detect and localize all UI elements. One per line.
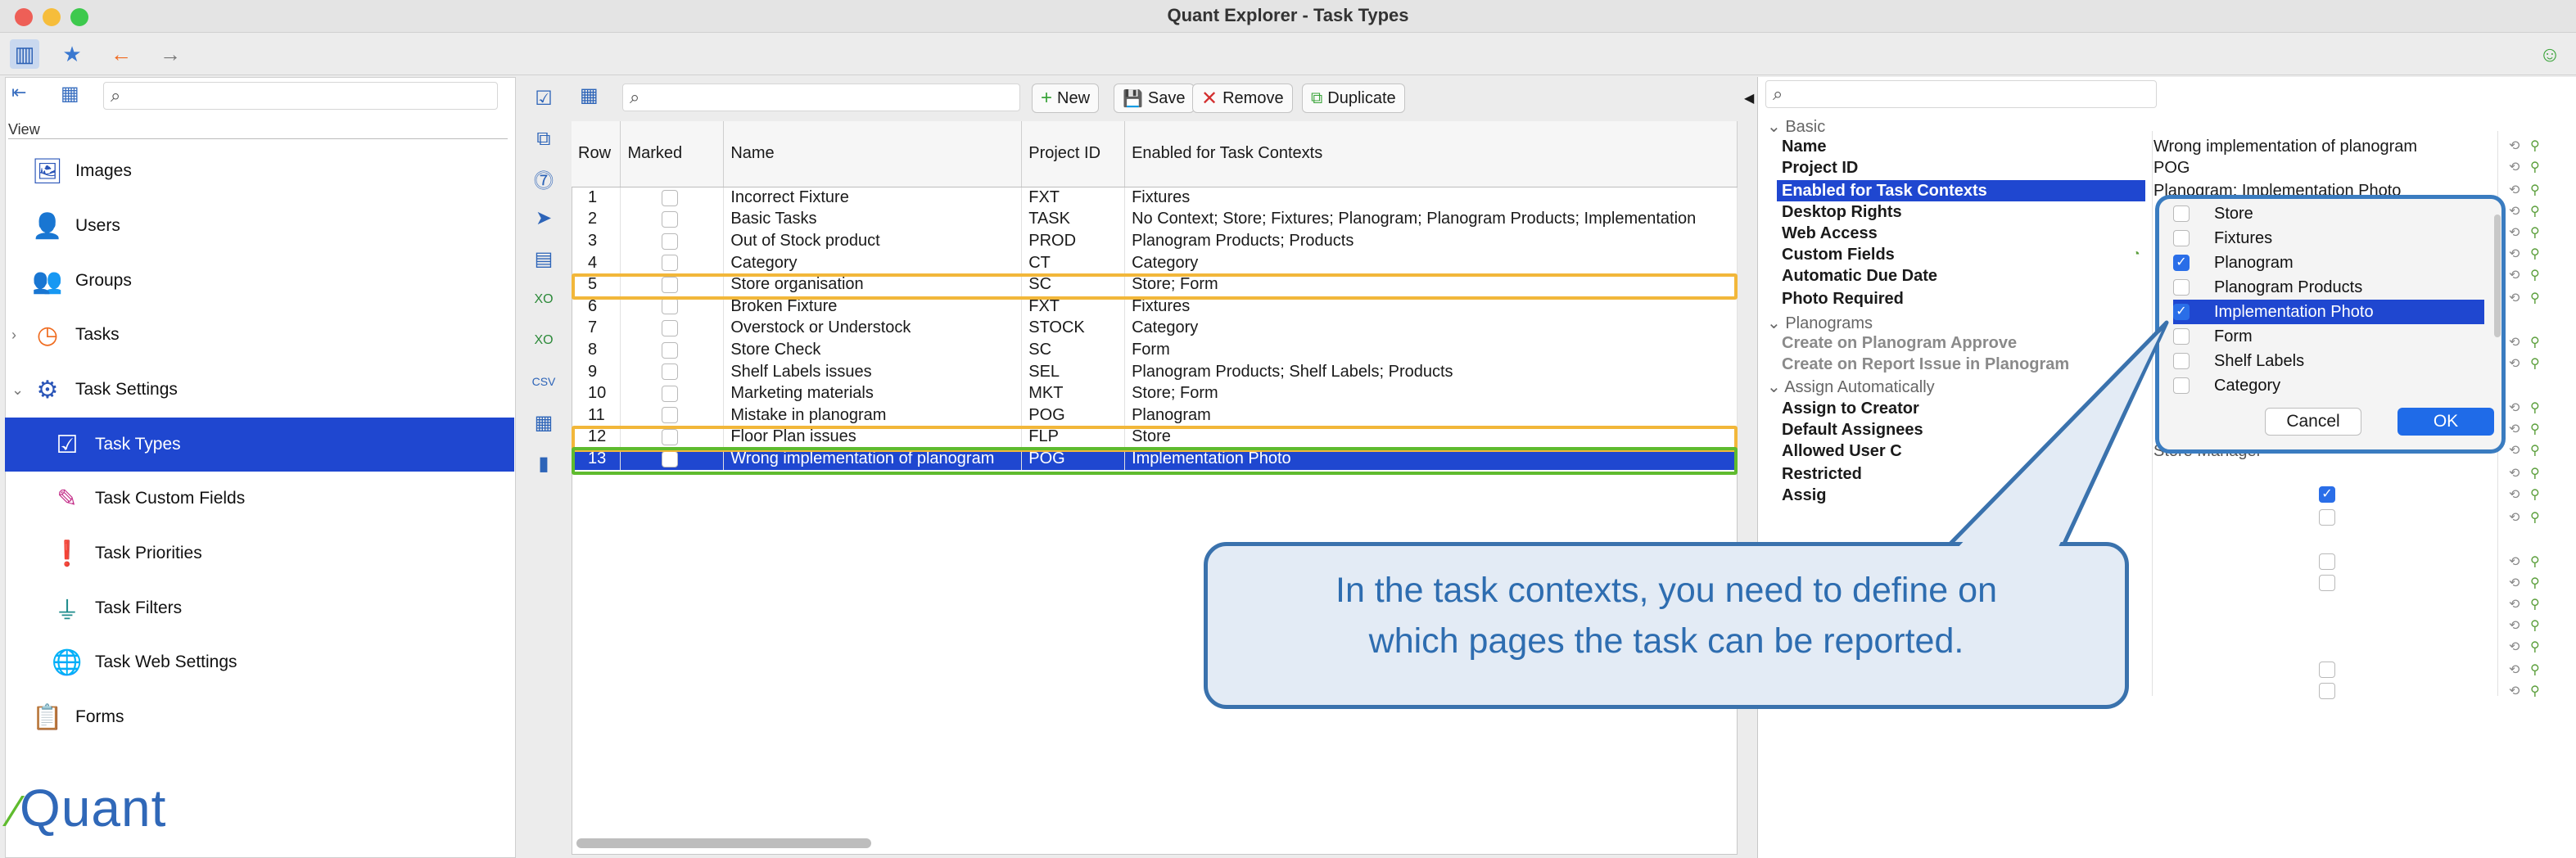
callout-text: In the task contexts, you need to define…: [1204, 565, 2129, 666]
callout-pointer-fill: [1955, 331, 2162, 550]
callout-line-1: In the task contexts, you need to define…: [1335, 571, 1997, 610]
callout-line-2: which pages the task can be reported.: [1368, 621, 1964, 661]
